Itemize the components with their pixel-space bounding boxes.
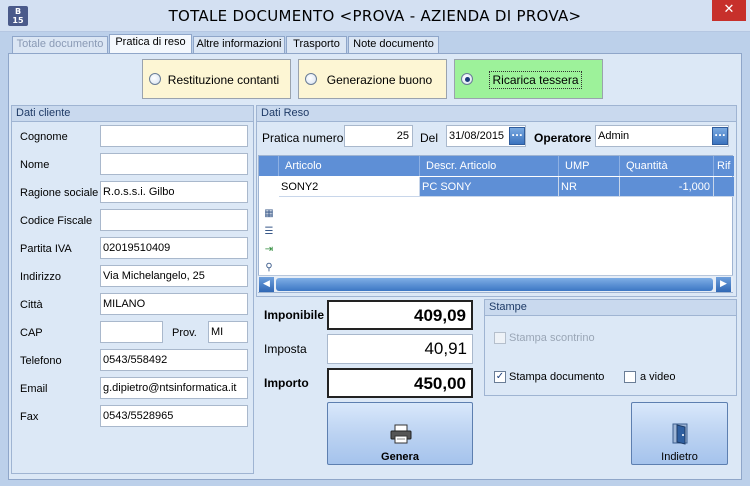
operatore-lookup-button[interactable]: ... [712, 127, 728, 145]
tab-trasporto[interactable]: Trasporto [286, 36, 347, 53]
grid-export-icon[interactable]: ▦ [263, 208, 275, 220]
grid-zoom-icon[interactable]: ⚲ [263, 262, 275, 274]
tab-altre-informazioni[interactable]: Altre informazioni [193, 36, 285, 53]
importo-label: Importo [264, 376, 309, 390]
operatore-field[interactable]: Admin [595, 125, 729, 147]
exit-door-icon [672, 423, 688, 445]
imponibile-value: 409,09 [327, 300, 473, 330]
codice-fiscale-label: Codice Fiscale [20, 215, 93, 227]
a-video-checkbox[interactable] [624, 371, 636, 383]
scrollbar-thumb[interactable] [276, 278, 713, 291]
imposta-label: Imposta [264, 342, 307, 356]
col-header-quantita[interactable]: Quantità [620, 156, 714, 176]
col-header-ump[interactable]: UMP [559, 156, 620, 176]
partita-iva-field[interactable]: 02019510409 [100, 237, 248, 259]
nome-field[interactable] [100, 153, 248, 175]
cognome-label: Cognome [20, 131, 68, 143]
cell-articolo[interactable]: SONY2 [279, 177, 420, 197]
indietro-button[interactable]: Indietro [631, 402, 728, 465]
grid-list-icon[interactable]: ☰ [263, 226, 275, 238]
option-label: Restituzione contanti [167, 73, 280, 87]
genera-button[interactable]: Genera [327, 402, 473, 465]
citta-field[interactable]: MILANO [100, 293, 248, 315]
scroll-left-icon[interactable]: ◀ [259, 277, 274, 292]
stampa-documento-label: Stampa documento [509, 371, 605, 383]
imposta-value: 40,91 [327, 334, 473, 364]
pratica-numero-field[interactable]: 25 [344, 125, 413, 147]
indirizzo-field[interactable]: Via Michelangelo, 25 [100, 265, 248, 287]
col-header-descr-articolo[interactable]: Descr. Articolo [420, 156, 559, 176]
cell-descr-articolo[interactable]: PC SONY [420, 177, 559, 197]
a-video-label: a video [640, 371, 676, 383]
option-label: Generazione buono [326, 73, 433, 87]
ragione-sociale-field[interactable]: R.o.s.s.i. Gilbo [100, 181, 248, 203]
window-title: TOTALE DOCUMENTO <PROVA - AZIENDA DI PRO… [168, 7, 582, 25]
date-picker-button[interactable]: ... [509, 127, 525, 145]
cell-quantita[interactable]: -1,000 [620, 177, 714, 197]
articoli-grid[interactable]: Articolo Descr. Articolo UMP Quantità Ri… [258, 155, 734, 293]
stampe-header: Stampe [485, 300, 736, 316]
option-label: Ricarica tessera [489, 71, 582, 89]
importo-value: 450,00 [327, 368, 473, 398]
tab-note-documento[interactable]: Note documento [348, 36, 439, 53]
prov-label: Prov. [172, 327, 197, 339]
col-header-articolo[interactable]: Articolo [279, 156, 420, 176]
grid-import-icon[interactable]: ⇥ [263, 244, 275, 256]
stampa-scontrino-checkbox[interactable] [494, 332, 506, 344]
stampa-documento-checkbox[interactable]: ✓ [494, 371, 506, 383]
partita-iva-label: Partita IVA [20, 243, 72, 255]
fax-field[interactable]: 0543/5528965 [100, 405, 248, 427]
dati-reso-header: Dati Reso [257, 106, 736, 122]
option-generazione-buono[interactable]: Generazione buono [298, 59, 447, 99]
fax-label: Fax [20, 411, 39, 423]
pratica-numero-label: Pratica numero [262, 131, 344, 145]
close-button[interactable]: ✕ [712, 0, 746, 21]
cap-field[interactable] [100, 321, 163, 343]
printer-icon [390, 424, 412, 444]
tab-pratica-di-reso[interactable]: Pratica di reso [109, 34, 192, 54]
codice-fiscale-field[interactable] [100, 209, 248, 231]
cap-label: CAP [20, 327, 43, 339]
ragione-sociale-label: Ragione sociale [20, 187, 99, 199]
operatore-label: Operatore [534, 131, 592, 145]
scroll-right-icon[interactable]: ▶ [716, 277, 731, 292]
genera-label: Genera [381, 451, 419, 463]
email-field[interactable]: g.dipietro@ntsinformatica.it [100, 377, 248, 399]
prov-field[interactable]: MI [208, 321, 248, 343]
cell-rif[interactable] [714, 177, 734, 197]
option-ricarica-tessera[interactable]: Ricarica tessera [454, 59, 603, 99]
cognome-field[interactable] [100, 125, 248, 147]
col-header-rif[interactable]: Rif [714, 156, 734, 176]
tab-totale-documento[interactable]: Totale documento [12, 36, 108, 53]
dati-cliente-header: Dati cliente [12, 106, 253, 122]
nome-label: Nome [20, 159, 50, 171]
indirizzo-label: Indirizzo [20, 271, 61, 283]
citta-label: Città [20, 299, 43, 311]
option-restituzione-contanti[interactable]: Restituzione contanti [142, 59, 291, 99]
grid-corner [259, 156, 279, 176]
del-label: Del [420, 131, 439, 145]
telefono-field[interactable]: 0543/558492 [100, 349, 248, 371]
telefono-label: Telefono [20, 355, 62, 367]
stampa-scontrino-label: Stampa scontrino [509, 332, 595, 344]
imponibile-label: Imponibile [264, 308, 324, 322]
title-bar: B 15 TOTALE DOCUMENTO <PROVA - AZIENDA D… [0, 0, 750, 32]
grid-horizontal-scrollbar[interactable]: ◀ ▶ [258, 275, 733, 292]
cell-ump[interactable]: NR [559, 177, 620, 197]
email-label: Email [20, 383, 48, 395]
indietro-label: Indietro [661, 451, 698, 463]
